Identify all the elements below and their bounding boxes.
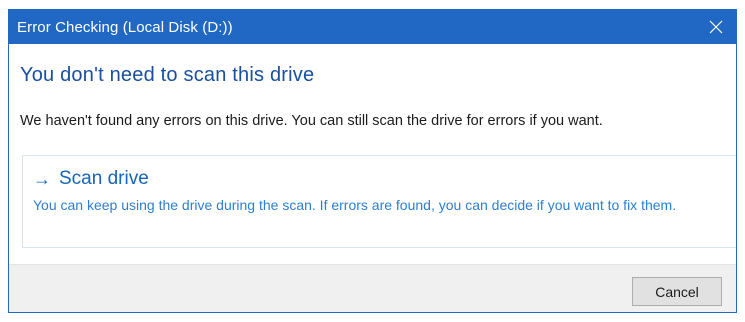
scan-drive-title[interactable]: Scan drive [59,166,149,192]
dialog-footer: Cancel [9,264,736,312]
arrow-right-icon: → [33,169,51,189]
scan-drive-option[interactable]: → Scan drive You can keep using the driv… [22,155,736,248]
close-icon [709,20,723,34]
close-button[interactable] [696,10,736,44]
title-bar: Error Checking (Local Disk (D:)) [9,10,736,44]
error-checking-dialog: Error Checking (Local Disk (D:)) You don… [8,9,737,313]
window-title: Error Checking (Local Disk (D:)) [17,18,233,36]
status-message: We haven't found any errors on this driv… [20,113,603,129]
cancel-button[interactable]: Cancel [632,277,722,306]
scan-drive-link[interactable]: → Scan drive [33,166,728,192]
scan-drive-description: You can keep using the drive during the … [33,197,677,213]
page-title: You don't need to scan this drive [20,64,315,86]
dialog-content: You don't need to scan this drive We hav… [9,44,736,129]
